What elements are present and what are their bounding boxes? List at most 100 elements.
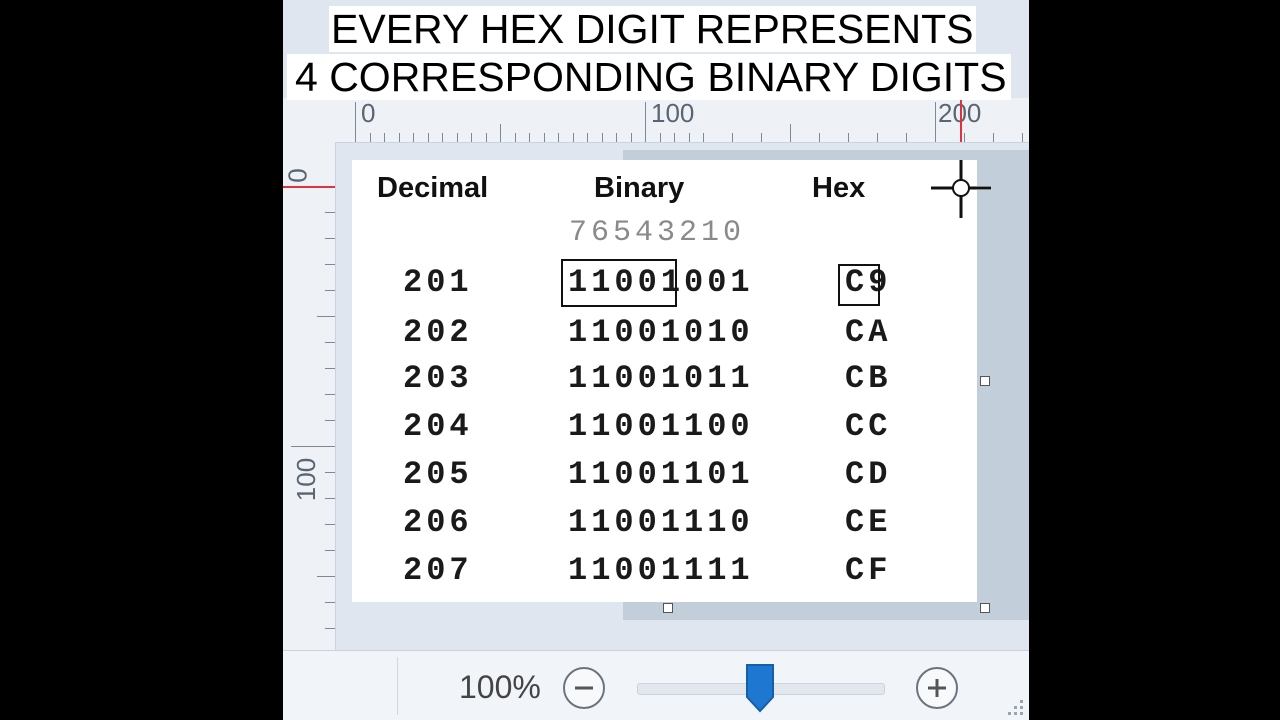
binary-value: 11001010 (568, 314, 754, 351)
header-decimal: Decimal (377, 172, 489, 204)
ruler-tick (317, 316, 335, 317)
ruler-tick (529, 133, 530, 142)
ruler-tick (674, 133, 675, 142)
resize-handle-bottom[interactable] (663, 603, 673, 613)
ruler-tick (761, 133, 762, 142)
ruler-tick (587, 133, 588, 142)
resize-grip-icon[interactable] (1005, 697, 1025, 717)
ruler-tick (645, 102, 646, 142)
ruler-tick (325, 498, 335, 499)
ruler-tick (325, 550, 335, 551)
table-row: 202 11001010 CA (352, 314, 977, 360)
ruler-tick (572, 133, 574, 142)
ruler-tick (471, 133, 472, 142)
ruler-tick (442, 133, 443, 142)
ruler-tick (325, 342, 335, 343)
decimal-value: 202 (403, 314, 473, 351)
ruler-tick (317, 576, 335, 577)
binary-value: 11001110 (568, 504, 754, 541)
ruler-tick (384, 133, 385, 142)
ruler-tick (877, 133, 878, 142)
zoom-percentage: 100% (459, 669, 541, 705)
ruler-tick (790, 124, 791, 142)
ruler-tick (325, 628, 335, 629)
binary-value: 11001101 (568, 456, 754, 493)
decimal-value: 207 (403, 552, 473, 589)
hex-value: CB (845, 360, 892, 397)
ruler-tick (630, 133, 632, 142)
ruler-tick (369, 133, 371, 142)
ruler-tick (558, 133, 559, 142)
minus-circle-icon (575, 686, 593, 690)
horizontal-ruler: 0 100 200 (283, 98, 1029, 143)
ruler-label-0: 0 (361, 98, 376, 128)
ruler-tick (964, 133, 965, 142)
hex-value: CA (845, 314, 892, 351)
ruler-tick (325, 524, 335, 525)
zoom-slider-thumb[interactable] (745, 663, 775, 713)
header-binary: Binary (594, 172, 685, 204)
ruler-tick (325, 602, 335, 603)
ruler-tick (325, 290, 335, 291)
high-nibble-highlight-box (561, 259, 677, 307)
paint-window: 0 100 200 0 100 Decimal Binary Hex 76543… (283, 0, 1029, 720)
table-row: 203 11001011 CB (352, 360, 977, 406)
table-row: 204 11001100 CC (352, 408, 977, 454)
hex-digit-highlight-box (838, 264, 880, 306)
vertical-ruler: 0 100 (283, 142, 336, 650)
table-row: 205 11001101 CD (352, 456, 977, 502)
ruler-tick (601, 133, 603, 142)
ruler-label-0-vertical: 0 (283, 168, 313, 183)
resize-handle-right[interactable] (980, 376, 990, 386)
ruler-tick (325, 472, 335, 473)
ruler-tick (703, 133, 704, 142)
ruler-tick (1022, 133, 1023, 142)
binary-value: 11001100 (568, 408, 754, 445)
table-row: 206 11001110 CE (352, 504, 977, 550)
ruler-tick (906, 133, 907, 142)
ruler-tick (819, 133, 820, 142)
caption-line-2: 4 CORRESPONDING BINARY DIGITS (287, 54, 1011, 100)
resize-handle-corner[interactable] (980, 603, 990, 613)
ruler-tick (514, 133, 516, 142)
ruler-label-100-vertical: 100 (291, 457, 322, 502)
crosshair-cursor-icon (931, 160, 991, 218)
ruler-tick (413, 133, 414, 142)
hex-value: CE (845, 504, 892, 541)
header-hex: Hex (812, 172, 866, 204)
decimal-value: 206 (403, 504, 473, 541)
ruler-tick (325, 212, 335, 213)
binary-value: 11001111 (568, 552, 754, 589)
status-bar: 100% (283, 650, 1029, 720)
bit-index-row: 76543210 (569, 216, 746, 250)
canvas-image[interactable]: Decimal Binary Hex 76543210 201 11001001… (352, 160, 977, 602)
ruler-tick (427, 133, 429, 142)
plus-circle-icon (928, 679, 946, 697)
ruler-tick (456, 133, 458, 142)
ruler-position-marker (960, 98, 962, 142)
ruler-tick (485, 133, 487, 142)
caption-line-1: EVERY HEX DIGIT REPRESENTS (329, 6, 976, 52)
ruler-tick (543, 133, 545, 142)
zoom-out-button[interactable] (563, 667, 605, 709)
ruler-tick (291, 446, 335, 447)
hex-value: CC (845, 408, 892, 445)
ruler-tick (993, 133, 994, 142)
ruler-tick (325, 420, 335, 421)
ruler-tick (616, 133, 617, 142)
ruler-tick (732, 133, 733, 142)
ruler-tick (325, 238, 335, 239)
ruler-tick (659, 133, 661, 142)
ruler-tick (325, 368, 335, 369)
ruler-label-100: 100 (651, 98, 695, 128)
ruler-position-marker-vertical (283, 186, 335, 188)
ruler-tick (398, 133, 400, 142)
status-separator (397, 657, 398, 715)
zoom-in-button[interactable] (916, 667, 958, 709)
table-row: 207 11001111 CF (352, 552, 977, 598)
binary-value: 11001011 (568, 360, 754, 397)
hex-value: CF (845, 552, 892, 589)
ruler-tick (325, 394, 335, 395)
ruler-tick (688, 133, 690, 142)
decimal-value: 201 (403, 264, 473, 301)
